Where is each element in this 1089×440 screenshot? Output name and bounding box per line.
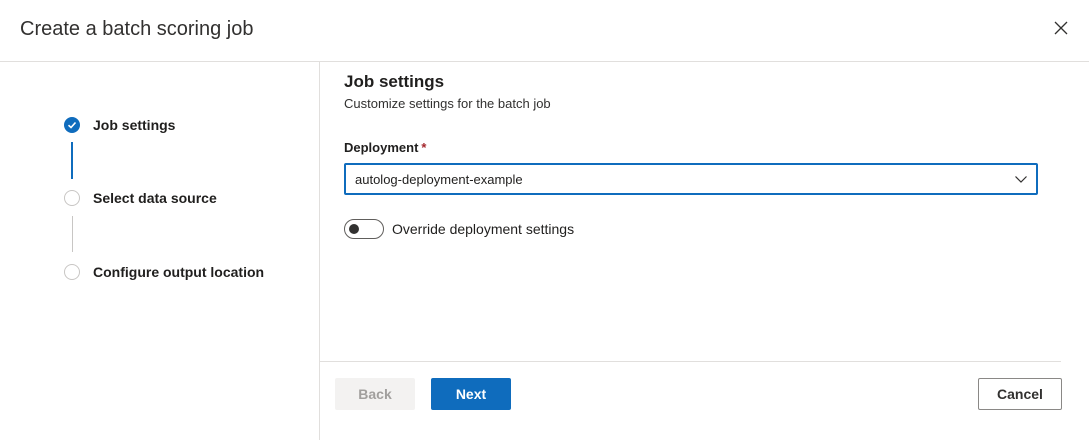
- checkmark-circle-icon: [64, 117, 80, 133]
- deployment-value: autolog-deployment-example: [355, 171, 523, 187]
- section-subtitle: Customize settings for the batch job: [344, 96, 551, 111]
- deployment-dropdown[interactable]: autolog-deployment-example: [344, 163, 1038, 195]
- chevron-down-icon: [1015, 176, 1027, 183]
- footer-divider: [320, 361, 1061, 362]
- empty-circle-icon: [64, 190, 80, 206]
- step-connector: [72, 216, 73, 252]
- step-job-settings[interactable]: Job settings: [64, 115, 175, 135]
- step-label: Select data source: [93, 190, 217, 206]
- next-button[interactable]: Next: [431, 378, 511, 410]
- wizard-steps-panel: Job settings Select data source Configur…: [0, 62, 320, 440]
- toggle-knob: [349, 224, 359, 234]
- cancel-button[interactable]: Cancel: [978, 378, 1062, 410]
- override-toggle-label: Override deployment settings: [392, 221, 575, 237]
- close-button[interactable]: [1049, 16, 1073, 40]
- required-marker: *: [421, 140, 427, 155]
- back-button[interactable]: Back: [335, 378, 415, 410]
- override-deployment-toggle[interactable]: [344, 219, 384, 239]
- empty-circle-icon: [64, 264, 80, 280]
- dialog-header: Create a batch scoring job: [0, 0, 1089, 62]
- deployment-label: Deployment *: [344, 140, 427, 155]
- step-select-data-source[interactable]: Select data source: [64, 188, 217, 208]
- step-configure-output-location[interactable]: Configure output location: [64, 262, 264, 282]
- step-connector: [71, 142, 73, 179]
- close-icon: [1054, 21, 1068, 35]
- step-label: Configure output location: [93, 264, 265, 280]
- override-toggle-row: Override deployment settings: [344, 219, 574, 239]
- step-label: Job settings: [93, 117, 176, 133]
- dialog-title: Create a batch scoring job: [20, 18, 254, 40]
- section-title: Job settings: [344, 72, 445, 91]
